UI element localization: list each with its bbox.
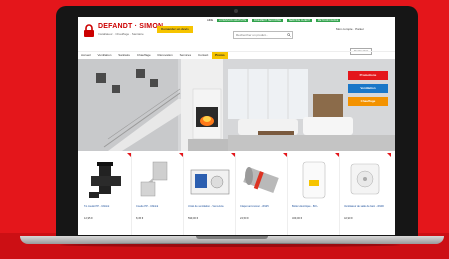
- search-icon[interactable]: [287, 33, 291, 37]
- nav-item-sanitary[interactable]: Sanitaire: [115, 52, 133, 59]
- product-title[interactable]: Ventilateur de salle de bain - Ø100: [344, 205, 388, 208]
- new-badge: [283, 153, 287, 157]
- search-input[interactable]: Rechercher un produit...: [233, 31, 293, 39]
- product-price: 24,50 €: [240, 217, 249, 220]
- new-badge: [231, 153, 235, 157]
- ventilation-unit-icon: [190, 169, 230, 195]
- laptop-screen: DEFANDT · SIMON Installateur · Chauffage…: [78, 17, 395, 235]
- product-grid: Té coudé PP - Ubbink 12,95 € Coude PP - …: [78, 153, 395, 235]
- product-title[interactable]: Coude PP - Ubbink: [136, 205, 180, 208]
- top-bar-payment: PAIEMENT SÉCURISÉ: [252, 19, 284, 22]
- nav-item-contact[interactable]: Contact: [195, 52, 211, 59]
- cart-label[interactable]: Panier: [355, 27, 364, 31]
- new-badge: [387, 153, 391, 157]
- hero-cta-promotions[interactable]: Promotions: [348, 71, 388, 80]
- bathroom-fan-icon: [350, 163, 380, 195]
- account-label: Mon compte: [336, 27, 353, 31]
- water-heater-icon: [302, 161, 326, 199]
- top-bar-returns: RETOUR FACILE: [315, 19, 341, 22]
- site-header: DEFANDT · SIMON Installateur · Chauffage…: [78, 17, 395, 73]
- duct-damper-icon: [243, 167, 279, 193]
- product-card[interactable]: Coude PP - Ubbink 8,45 €: [132, 153, 184, 235]
- elbow-icon: [140, 161, 168, 197]
- nav-item-heating[interactable]: Chauffage: [134, 52, 154, 59]
- new-badge: [127, 153, 131, 157]
- product-price: 599,00 €: [188, 217, 199, 220]
- new-badge: [179, 153, 183, 157]
- product-card[interactable]: Ventilateur de salle de bain - Ø100 42,9…: [340, 153, 391, 235]
- hero-cta-heating[interactable]: Chauffage: [348, 97, 388, 106]
- product-price: 12,95 €: [84, 217, 93, 220]
- top-bar-shipping: LIVRAISON GRATUITE: [216, 19, 249, 22]
- new-badge: [335, 153, 339, 157]
- nav-item-ventilation[interactable]: Ventilation: [95, 52, 115, 59]
- product-card[interactable]: Clapet anti-retour - Ø125 24,50 €: [236, 153, 288, 235]
- padlock-logo-icon: [84, 24, 94, 37]
- product-title[interactable]: Boiler électrique - 80 L: [292, 205, 336, 208]
- brand-name[interactable]: DEFANDT · SIMON: [98, 23, 163, 30]
- product-card[interactable]: Té coudé PP - Ubbink 12,95 €: [80, 153, 132, 235]
- top-info-bar: AIDE LIVRAISON GRATUITE PAIEMENT SÉCURIS…: [207, 19, 343, 24]
- brand-tagline: Installateur · Chauffage · Sanitaire: [98, 32, 144, 36]
- search-placeholder: Rechercher un produit...: [236, 33, 269, 37]
- product-price: 42,90 €: [344, 217, 353, 220]
- quote-button[interactable]: Demander un devis: [157, 26, 193, 33]
- top-bar-help[interactable]: AIDE: [207, 19, 213, 22]
- product-price: 329,00 €: [292, 217, 303, 220]
- hero-cta-heating-label: Chauffage: [360, 99, 376, 103]
- product-card[interactable]: Boiler électrique - 80 L 329,00 €: [288, 153, 340, 235]
- laptop-frame: DEFANDT · SIMON Installateur · Chauffage…: [56, 6, 418, 238]
- account-link[interactable]: Mon compte · Panier: [336, 27, 364, 31]
- nav-item-promo[interactable]: Promo: [212, 52, 228, 59]
- nav-item-home[interactable]: Accueil: [78, 52, 94, 59]
- product-title[interactable]: Unité de ventilation - Vent-Axia: [188, 205, 232, 208]
- product-card[interactable]: Unité de ventilation - Vent-Axia 599,00 …: [184, 153, 236, 235]
- product-title[interactable]: Clapet anti-retour - Ø125: [240, 205, 284, 208]
- hero-cta-ventilation[interactable]: Ventilation: [348, 84, 388, 93]
- nav-item-services[interactable]: Services: [177, 52, 195, 59]
- product-price: 8,45 €: [136, 217, 144, 220]
- hero-banner: Promotions Ventilation Chauffage: [78, 59, 395, 151]
- laptop-shadow: [60, 243, 400, 247]
- product-title[interactable]: Té coudé PP - Ubbink: [84, 205, 128, 208]
- nav-item-renovation[interactable]: Rénovation: [155, 52, 176, 59]
- top-bar-service: SERVICE CLIENT: [286, 19, 313, 22]
- pipe-fitting-icon: [89, 162, 121, 198]
- hero-cta-ventilation-label: Ventilation: [360, 86, 376, 90]
- webcam: [234, 9, 238, 13]
- hero-cta-promotions-label: Promotions: [359, 73, 377, 77]
